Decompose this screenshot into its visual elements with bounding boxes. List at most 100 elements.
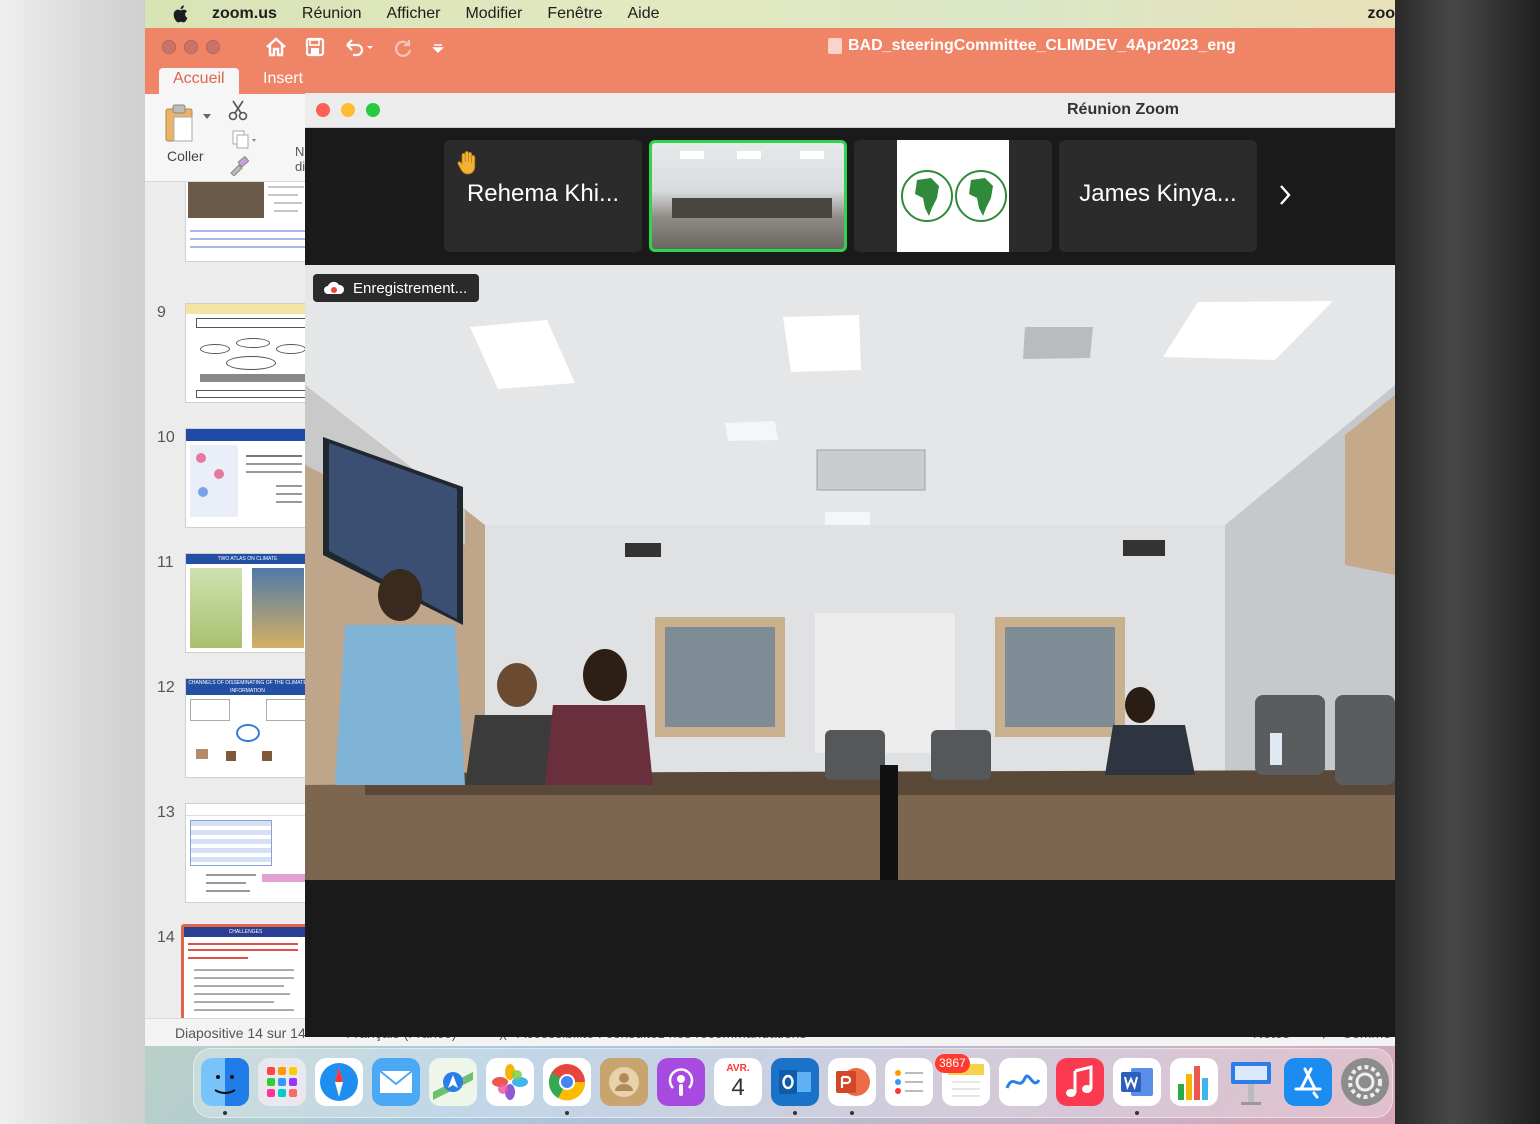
customize-toolbar-icon[interactable] <box>431 37 445 57</box>
app-store-icon[interactable] <box>1284 1058 1332 1106</box>
format-painter-icon[interactable] <box>228 156 250 176</box>
document-title-text: BAD_steeringCommittee_CLIMDEV_4Apr2023_e… <box>848 37 1236 54</box>
maps-arrow-icon <box>433 1072 473 1100</box>
text-line <box>276 501 302 503</box>
launchpad-grid-icon <box>267 1067 297 1097</box>
participant-tile-rehema[interactable]: Rehema Khi... <box>444 140 642 252</box>
text-line <box>194 969 294 971</box>
gear-icon <box>1348 1065 1382 1099</box>
minimize-button[interactable] <box>184 40 198 54</box>
outlook-icon[interactable] <box>771 1058 819 1106</box>
menu-item-aide[interactable]: Aide <box>628 5 660 23</box>
cut-icon[interactable] <box>228 99 248 121</box>
chrome-logo-icon <box>548 1064 586 1101</box>
menu-item-afficher[interactable]: Afficher <box>387 5 441 23</box>
slide-thumbnail-13[interactable] <box>185 803 310 903</box>
cloud-recording-icon <box>324 281 345 294</box>
text-line <box>188 949 298 951</box>
running-indicator <box>850 1111 854 1115</box>
participant-tile-afdb-logo[interactable] <box>854 140 1052 252</box>
slide-table <box>190 820 272 866</box>
podcasts-icon[interactable] <box>657 1058 705 1106</box>
slide-thumbnail-11[interactable]: TWO ATLAS ON CLIMATE <box>185 553 310 653</box>
slide-thumbnail-9[interactable] <box>185 303 310 403</box>
zoom-minimize-button[interactable] <box>341 103 355 117</box>
slide-diagram-bar <box>200 374 306 382</box>
desktop-screen: zoom.us Réunion Afficher Modifier Fenêtr… <box>145 0 1395 1124</box>
slide-thumbnail-14-selected[interactable]: CHALLENGES <box>181 924 310 1032</box>
next-page-chevron-icon[interactable] <box>1277 183 1293 207</box>
slide-figure <box>196 749 208 759</box>
slide-thumbnail-10[interactable] <box>185 428 310 528</box>
music-note-icon <box>1066 1065 1093 1097</box>
maps-icon[interactable] <box>429 1058 477 1106</box>
raised-hand-icon <box>457 151 476 175</box>
slide-thumbnail-12[interactable]: CHANNELS OF DISSEMINATING OF THE CLIMATE… <box>185 678 310 778</box>
menu-item-fenetre[interactable]: Fenêtre <box>547 5 602 23</box>
participant-tile-room-camera[interactable] <box>649 140 847 252</box>
slide-thumbnail-8[interactable] <box>185 182 310 262</box>
slide-figure <box>262 751 272 761</box>
launchpad-icon[interactable] <box>258 1058 306 1106</box>
text-line <box>190 246 306 248</box>
word-logo-icon <box>1121 1068 1153 1096</box>
finder-icon[interactable] <box>201 1058 249 1106</box>
ceiling-light <box>680 151 704 159</box>
menu-right-status[interactable]: zoo <box>1367 5 1395 23</box>
slide-number: 9 <box>157 304 166 321</box>
mail-icon[interactable] <box>372 1058 420 1106</box>
paste-dropdown-icon[interactable] <box>203 114 211 120</box>
slide-book-cover <box>252 568 304 648</box>
slide-figure-dot <box>214 469 224 479</box>
menu-item-modifier[interactable]: Modifier <box>465 5 522 23</box>
safari-compass-icon <box>320 1063 358 1101</box>
slide-number: 14 <box>157 929 175 946</box>
contacts-icon[interactable] <box>600 1058 648 1106</box>
reminders-icon[interactable] <box>885 1058 933 1106</box>
undo-icon[interactable] <box>343 37 373 57</box>
apple-icon[interactable] <box>170 3 192 25</box>
participant-name: Rehema Khi... <box>466 180 620 207</box>
zoom-maximize-button[interactable] <box>366 103 380 117</box>
paste-icon[interactable] <box>163 104 197 144</box>
running-indicator <box>223 1111 227 1115</box>
music-icon[interactable] <box>1056 1058 1104 1106</box>
close-button[interactable] <box>162 40 176 54</box>
participant-tile-james[interactable]: James Kinya... <box>1059 140 1257 252</box>
app-store-a-icon <box>1294 1067 1322 1099</box>
active-speaker-video: Enregistrement... <box>305 265 1395 880</box>
text-line <box>188 957 248 959</box>
safari-icon[interactable] <box>315 1058 363 1106</box>
system-settings-icon[interactable] <box>1341 1058 1389 1106</box>
menu-bar: zoom.us Réunion Afficher Modifier Fenêtr… <box>145 0 1395 28</box>
tab-accueil[interactable]: Accueil <box>159 68 239 94</box>
participant-name: James Kinya... <box>1079 180 1237 207</box>
tab-insertion[interactable]: Insert <box>249 68 317 94</box>
menu-item-reunion[interactable]: Réunion <box>302 5 362 23</box>
zoom-close-button[interactable] <box>316 103 330 117</box>
paste-label[interactable]: Coller <box>167 148 204 164</box>
text-line <box>276 485 302 487</box>
slide-title-bar <box>186 429 309 441</box>
slide-number: 11 <box>157 554 174 571</box>
numbers-icon[interactable] <box>1170 1058 1218 1106</box>
slide-title-bar <box>186 804 309 816</box>
slide-box <box>190 699 230 721</box>
menu-app-name[interactable]: zoom.us <box>212 5 277 23</box>
powerpoint-dock-icon[interactable] <box>828 1058 876 1106</box>
word-icon[interactable] <box>1113 1058 1161 1106</box>
recording-indicator[interactable]: Enregistrement... <box>313 274 480 302</box>
powerpoint-window: BAD_steeringCommittee_CLIMDEV_4Apr2023_e… <box>145 28 1395 1046</box>
photos-icon[interactable] <box>486 1058 534 1106</box>
slide-photo <box>188 182 264 218</box>
calendar-icon[interactable]: AVR. 4 <box>714 1058 762 1106</box>
chrome-icon[interactable] <box>543 1058 591 1106</box>
home-icon[interactable] <box>265 37 287 57</box>
zoom-button[interactable] <box>206 40 220 54</box>
freeform-icon[interactable] <box>999 1058 1047 1106</box>
copy-icon[interactable] <box>230 130 256 150</box>
save-icon[interactable] <box>305 37 325 57</box>
redo-icon[interactable] <box>391 37 413 57</box>
keynote-icon[interactable] <box>1227 1058 1275 1106</box>
text-line <box>246 455 302 457</box>
